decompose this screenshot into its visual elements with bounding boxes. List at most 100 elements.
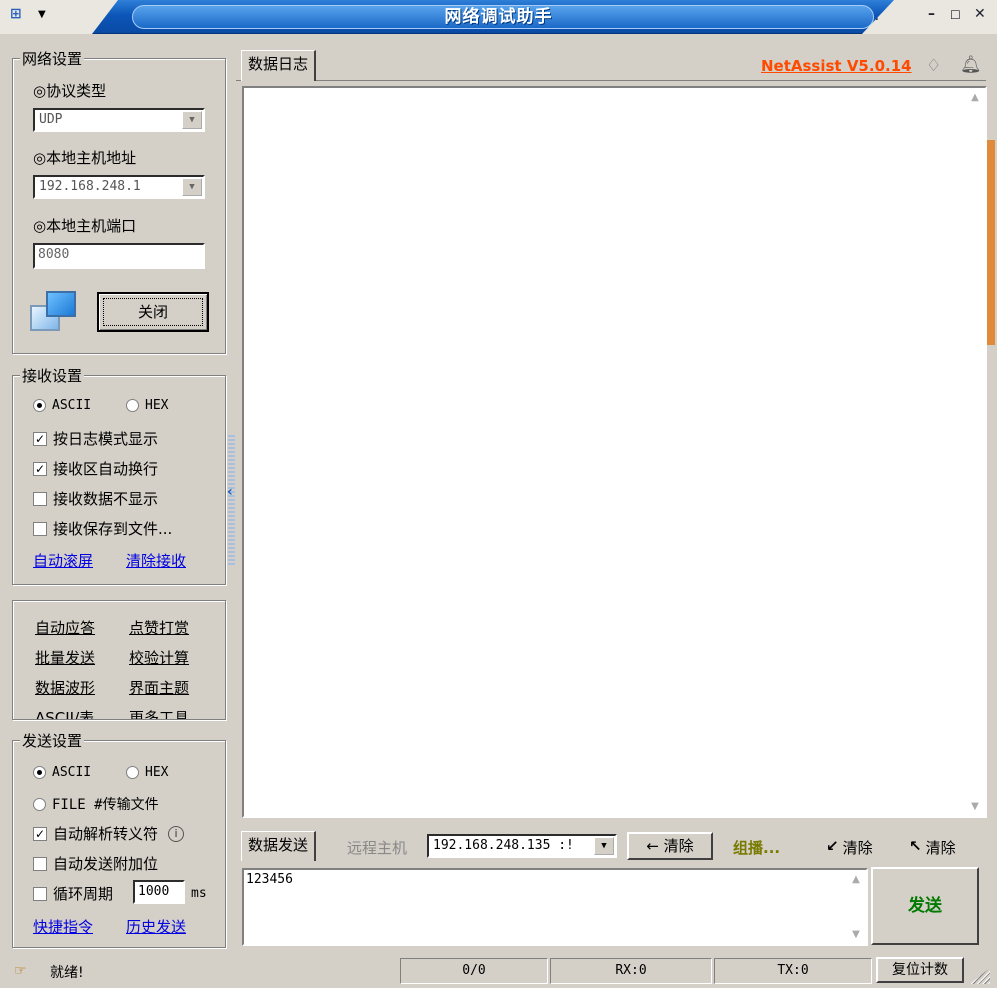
splitter-handle[interactable] — [228, 435, 235, 565]
multicast-link[interactable]: 组播... — [733, 837, 780, 858]
receive-hex-radio[interactable]: HEX — [126, 398, 168, 413]
send-file-radio[interactable]: FILE #传输文件 — [33, 794, 159, 814]
cycle-period-label: 循环周期 — [53, 885, 114, 903]
window-title: 网络调试助手 — [444, 7, 553, 27]
clear-remote-button[interactable]: ← 清除 — [627, 832, 713, 860]
send-message-area[interactable]: 123456 ▲ ▼ — [242, 868, 868, 946]
status-count: 0/0 — [400, 958, 548, 984]
info-icon[interactable]: i — [168, 825, 185, 842]
tools-group: 自动应答 点赞打赏 批量发送 校验计算 数据波形 界面主题 ASCII/表 更多… — [12, 600, 226, 720]
send-settings-title: 发送设置 — [20, 730, 85, 751]
clear-receive-link[interactable]: 清除接收 — [126, 550, 186, 571]
remote-host-value: 192.168.248.135 :! — [433, 838, 574, 853]
tab-data-send[interactable]: 数据发送 — [241, 831, 317, 861]
local-port-label: ◎本地主机端口 — [33, 217, 137, 235]
radio-selected-icon — [33, 766, 46, 779]
radio-icon — [126, 766, 139, 779]
reset-count-button[interactable]: 复位计数 — [876, 957, 964, 983]
waveform-link[interactable]: 数据波形 — [35, 677, 95, 698]
minimize-icon[interactable]: – — [928, 6, 935, 22]
send-ascii-label: ASCII — [52, 765, 92, 780]
local-host-value: 192.168.248.1 — [39, 179, 141, 194]
parse-escape-checkbox[interactable]: ✓ 自动解析转义符 i — [33, 823, 185, 844]
cycle-period-field[interactable]: 1000 — [133, 880, 185, 904]
protocol-select[interactable]: UDP ▼ — [33, 108, 205, 132]
network-icon — [30, 291, 78, 333]
save-file-checkbox[interactable]: 接收保存到文件... — [33, 518, 172, 539]
protocol-label: ◎协议类型 — [33, 82, 107, 100]
clear-receive-button[interactable]: ↙ 清除 — [826, 837, 873, 858]
scroll-down-icon[interactable]: ▼ — [850, 929, 862, 940]
hide-data-label: 接收数据不显示 — [53, 490, 159, 508]
clear-send-label: 清除 — [925, 839, 956, 857]
remote-host-label: 远程主机 — [347, 839, 408, 857]
checkbox-icon — [33, 856, 47, 871]
chevron-down-icon[interactable]: ▼ — [182, 111, 202, 129]
scroll-accent-bar — [987, 140, 995, 345]
maximize-icon[interactable]: ☐ — [950, 8, 961, 22]
status-tx: TX:0 — [714, 958, 872, 984]
bell-icon[interactable]: 🔔︎ — [960, 55, 982, 75]
local-port-field[interactable]: 8080 — [33, 243, 205, 269]
close-icon[interactable]: ✕ — [974, 6, 986, 22]
shortcut-link[interactable]: 快捷指令 — [33, 916, 93, 937]
clear-remote-label: 清除 — [663, 837, 694, 855]
radio-selected-icon — [33, 399, 46, 412]
history-link[interactable]: 历史发送 — [126, 916, 186, 937]
checkmark-icon: ✓ — [33, 431, 47, 446]
close-connection-button[interactable]: 关闭 — [97, 292, 209, 332]
checkmark-icon: ✓ — [33, 826, 47, 841]
send-hex-label: HEX — [145, 765, 169, 780]
batch-send-link[interactable]: 批量发送 — [35, 647, 95, 668]
auto-scroll-link[interactable]: 自动滚屏 — [33, 550, 93, 571]
send-hex-radio[interactable]: HEX — [126, 765, 168, 780]
more-tools-link[interactable]: 更多工具 — [129, 707, 189, 719]
cycle-unit: ms — [191, 886, 207, 901]
log-scrollbar[interactable]: ▲ ▼ — [965, 88, 985, 816]
collapse-arrow-icon[interactable]: ‹ — [227, 484, 233, 500]
chevron-down-icon[interactable]: ▼ — [182, 178, 202, 196]
checkbox-icon — [33, 521, 47, 536]
donate-link[interactable]: 点赞打赏 — [129, 617, 189, 638]
status-ready: 就绪! — [50, 965, 84, 981]
scroll-up-icon[interactable]: ▲ — [850, 874, 862, 885]
version-link[interactable]: NetAssist V5.0.14 — [761, 57, 912, 75]
chevron-down-icon[interactable]: ▼ — [594, 837, 614, 855]
log-mode-checkbox[interactable]: ✓ 按日志模式显示 — [33, 428, 158, 449]
hand-pointer-icon: ☞ — [14, 963, 27, 979]
send-scrollbar[interactable]: ▲ ▼ — [846, 870, 866, 944]
radio-icon — [33, 797, 46, 811]
checkbox-icon — [33, 886, 47, 901]
send-message-text: 123456 — [246, 872, 293, 887]
send-button[interactable]: 发送 — [871, 867, 979, 945]
cycle-send-checkbox[interactable]: 循环周期 — [33, 883, 113, 904]
local-host-label: ◎本地主机地址 — [33, 149, 137, 167]
data-log-panel[interactable]: ▲ ▼ — [242, 86, 987, 818]
resize-grip[interactable] — [970, 968, 990, 984]
auto-reply-link[interactable]: 自动应答 — [35, 617, 95, 638]
scroll-down-icon[interactable]: ▼ — [969, 801, 981, 812]
diamond-icon[interactable]: ♢ — [926, 56, 941, 76]
clear-send-button[interactable]: ↖ 清除 — [909, 837, 956, 858]
arrow-down-left-icon: ↙ — [826, 837, 839, 855]
auto-wrap-checkbox[interactable]: ✓ 接收区自动换行 — [33, 458, 158, 479]
append-check-label: 自动发送附加位 — [53, 855, 159, 873]
tab-data-log[interactable]: 数据日志 — [241, 50, 317, 81]
send-ascii-radio[interactable]: ASCII — [33, 765, 91, 780]
hide-data-checkbox[interactable]: 接收数据不显示 — [33, 488, 158, 509]
scroll-up-icon[interactable]: ▲ — [969, 92, 981, 103]
append-check-checkbox[interactable]: 自动发送附加位 — [33, 853, 158, 874]
checksum-link[interactable]: 校验计算 — [129, 647, 189, 668]
status-rx: RX:0 — [550, 958, 712, 984]
close-button-label: 关闭 — [103, 298, 203, 326]
checkbox-icon — [33, 491, 47, 506]
theme-link[interactable]: 界面主题 — [129, 677, 189, 698]
receive-ascii-radio[interactable]: ASCII — [33, 398, 91, 413]
checkmark-icon: ✓ — [33, 461, 47, 476]
log-mode-label: 按日志模式显示 — [53, 430, 159, 448]
remote-host-select[interactable]: 192.168.248.135 :! ▼ — [427, 834, 617, 858]
local-host-select[interactable]: 192.168.248.1 ▼ — [33, 175, 205, 199]
save-file-label: 接收保存到文件... — [53, 520, 173, 538]
network-settings-title: 网络设置 — [20, 48, 85, 69]
ascii-table-link[interactable]: ASCII/表 — [35, 707, 94, 719]
